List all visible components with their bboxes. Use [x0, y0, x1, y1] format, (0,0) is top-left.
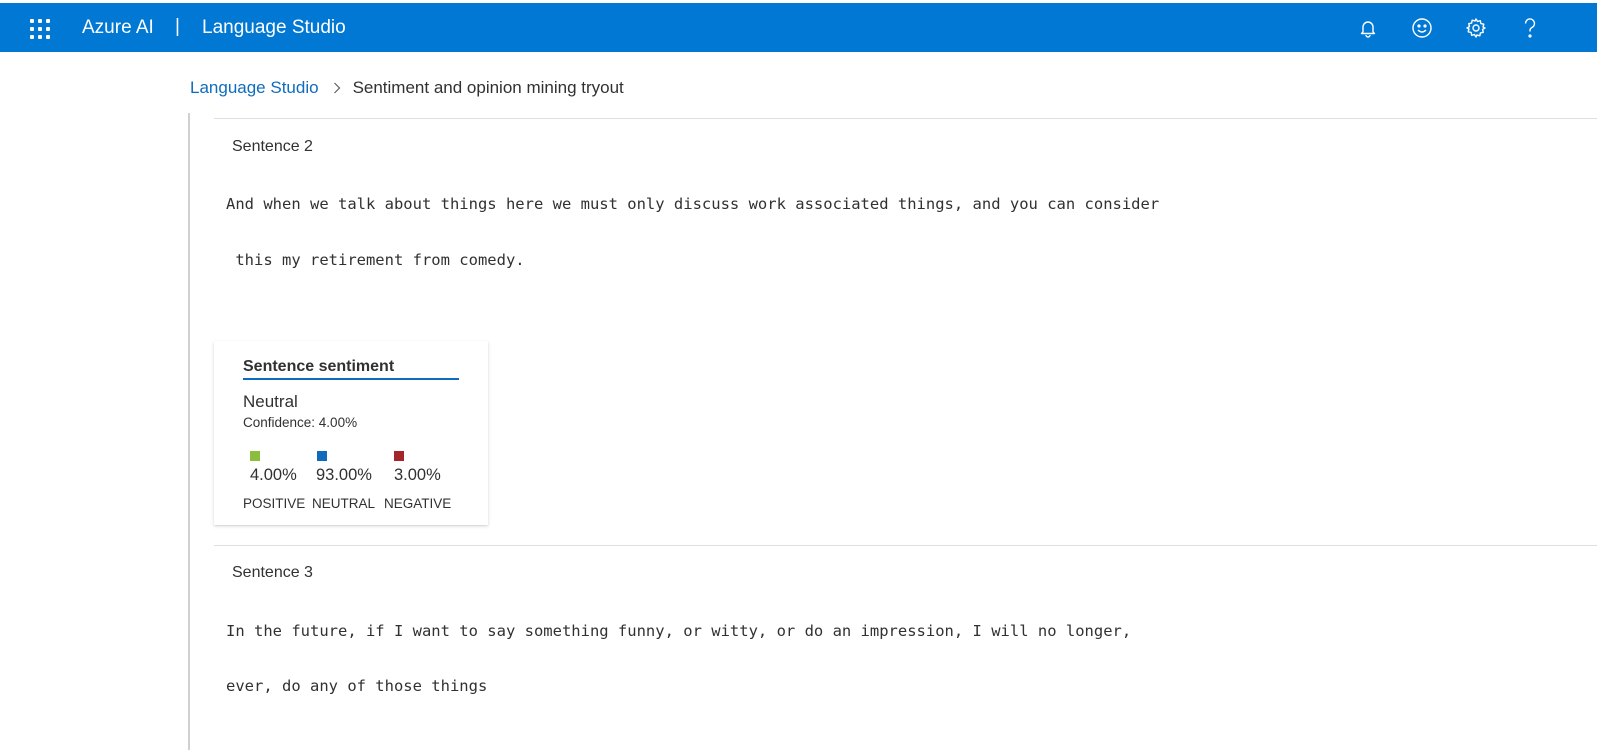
metric-value: 93.00% [316, 466, 372, 484]
metric-label: POSITIVE [243, 496, 306, 511]
breadcrumb-language-studio-link[interactable]: Language Studio [190, 78, 319, 98]
sentiment-label: Neutral [243, 392, 298, 411]
sentence-title: Sentence 2 [232, 138, 313, 155]
breadcrumb: Language Studio Sentiment and opinion mi… [190, 78, 624, 98]
smiley-icon[interactable] [1410, 16, 1434, 40]
sentence-text-line: In the future, if I want to say somethin… [226, 622, 1132, 640]
metric-value: 3.00% [394, 466, 441, 484]
metric-neutral: 93.00% NEUTRAL [312, 451, 375, 511]
confidence-text: Confidence: 4.00% [243, 415, 358, 430]
brand-separator: | [175, 16, 180, 37]
brand-name: Azure AI [82, 17, 154, 38]
app-launcher-icon[interactable] [30, 19, 50, 39]
sentence-text-line: this my retirement from comedy. [226, 251, 525, 269]
metric-label: NEGATIVE [384, 496, 452, 511]
divider [214, 118, 1597, 119]
breadcrumb-current: Sentiment and opinion mining tryout [352, 78, 624, 97]
positive-swatch [250, 451, 260, 461]
product-name[interactable]: Language Studio [202, 17, 346, 39]
negative-swatch [394, 451, 404, 461]
sentence-text-line: And when we talk about things here we mu… [226, 195, 1160, 213]
top-bar: Azure AI | Language Studio [0, 3, 1597, 52]
neutral-swatch [317, 451, 327, 461]
help-icon[interactable] [1518, 16, 1542, 40]
content-left-border [188, 113, 190, 750]
sentence-sentiment-card: Sentence sentiment Neutral Confidence: 4… [214, 341, 488, 525]
active-tab-indicator [243, 378, 459, 380]
divider [214, 545, 1597, 546]
metric-value: 4.00% [250, 466, 297, 484]
chevron-right-icon [333, 82, 341, 94]
sentence-title: Sentence 3 [232, 564, 313, 581]
sentence-text-line: ever, do any of those things [226, 677, 488, 695]
metric-positive: 4.00% POSITIVE [243, 451, 305, 511]
metric-negative: 3.00% NEGATIVE [384, 451, 451, 511]
bell-icon[interactable] [1356, 16, 1380, 40]
card-tab-sentence-sentiment[interactable]: Sentence sentiment [243, 358, 394, 376]
metric-label: NEUTRAL [312, 496, 376, 511]
gear-icon[interactable] [1464, 16, 1488, 40]
